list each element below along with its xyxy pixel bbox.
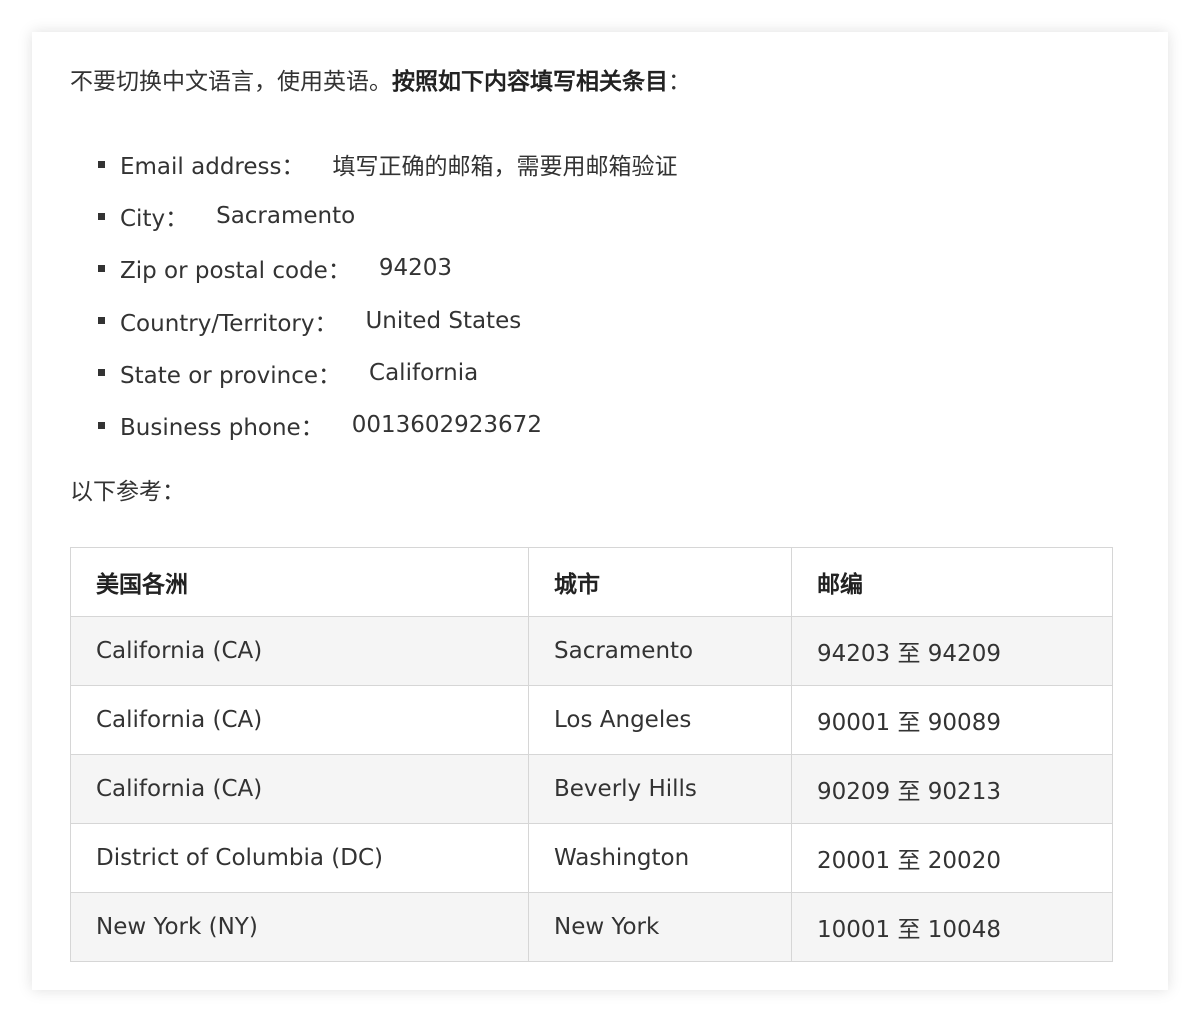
bullet-icon — [98, 369, 105, 377]
header-zip: 邮编 — [791, 547, 1113, 617]
field-label: City： — [120, 206, 189, 233]
reference-table: 美国各洲 城市 邮编 California (CA) Sacramento 94… — [70, 547, 1113, 962]
table-row: California (CA) Los Angeles 90001 至 9008… — [70, 685, 1113, 755]
intro-colon: ： — [668, 69, 691, 95]
cell-zip: 20001 至 20020 — [791, 823, 1113, 893]
cell-city: Beverly Hills — [528, 754, 792, 824]
bullet-icon — [98, 317, 105, 325]
table-row: District of Columbia (DC) Washington 200… — [70, 823, 1113, 893]
cell-state: California (CA) — [70, 685, 529, 755]
cell-zip: 90209 至 90213 — [791, 754, 1113, 824]
table-row: New York (NY) New York 10001 至 10048 — [70, 892, 1113, 962]
table-row: California (CA) Sacramento 94203 至 94209 — [70, 616, 1113, 686]
list-item-phone: Business phone： 0013602923672 — [98, 399, 677, 451]
cell-city: Los Angeles — [528, 685, 792, 755]
bullet-icon — [98, 212, 105, 220]
field-value: California — [369, 359, 479, 386]
cell-zip: 10001 至 10048 — [791, 892, 1113, 962]
cell-state: New York (NY) — [70, 892, 529, 962]
intro-bold-instruction: 按照如下内容填写相关条目 — [392, 69, 668, 95]
intro-paragraph: 不要切换中文语言，使用英语。按照如下内容填写相关条目： — [70, 66, 691, 98]
field-list: Email address： 填写正确的邮箱，需要用邮箱验证 City： Sac… — [98, 138, 677, 451]
field-value: 0013602923672 — [351, 412, 542, 439]
cell-state: California (CA) — [70, 616, 529, 686]
list-item-country: Country/Territory： United States — [98, 295, 677, 347]
field-value: Sacramento — [216, 203, 356, 230]
cell-city: Sacramento — [528, 616, 792, 686]
table-row: California (CA) Beverly Hills 90209 至 90… — [70, 754, 1113, 824]
cell-zip: 94203 至 94209 — [791, 616, 1113, 686]
field-label: Country/Territory： — [120, 310, 338, 337]
list-item-state: State or province： California — [98, 347, 677, 399]
field-label: Email address： — [120, 154, 305, 181]
field-label: Business phone： — [120, 415, 324, 442]
field-value: 94203 — [378, 255, 453, 282]
header-state: 美国各洲 — [70, 547, 529, 617]
cell-state: District of Columbia (DC) — [70, 823, 529, 893]
reference-label: 以下参考： — [70, 479, 185, 505]
cell-city: New York — [528, 892, 792, 962]
header-city: 城市 — [528, 547, 792, 617]
field-value: 填写正确的邮箱，需要用邮箱验证 — [332, 154, 678, 181]
cell-state: California (CA) — [70, 754, 529, 824]
field-value: United States — [365, 307, 522, 334]
field-label: Zip or postal code： — [120, 258, 351, 285]
table-header-row: 美国各洲 城市 邮编 — [70, 547, 1113, 617]
list-item-email: Email address： 填写正确的邮箱，需要用邮箱验证 — [98, 138, 677, 190]
bullet-icon — [98, 421, 105, 429]
cell-zip: 90001 至 90089 — [791, 685, 1113, 755]
list-item-zip: Zip or postal code： 94203 — [98, 242, 677, 294]
intro-text: 不要切换中文语言，使用英语。 — [70, 69, 392, 95]
bullet-icon — [98, 160, 105, 168]
field-label: State or province： — [120, 362, 342, 389]
cell-city: Washington — [528, 823, 792, 893]
content-card: 不要切换中文语言，使用英语。按照如下内容填写相关条目： Email addres… — [32, 32, 1168, 990]
bullet-icon — [98, 264, 105, 272]
list-item-city: City： Sacramento — [98, 190, 677, 242]
